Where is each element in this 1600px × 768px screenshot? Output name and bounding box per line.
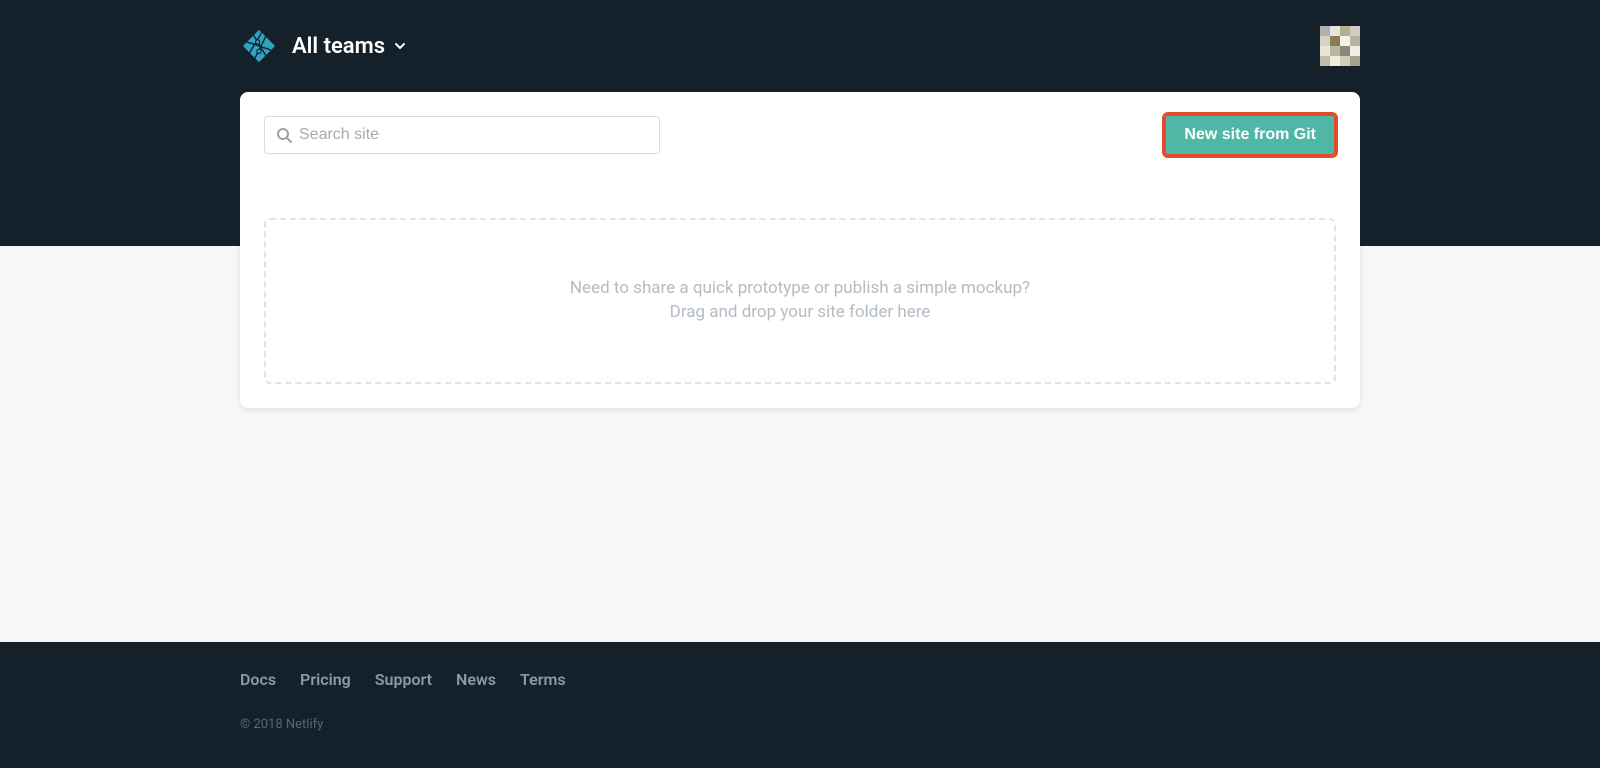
search-input[interactable]	[264, 116, 660, 154]
brand: All teams	[240, 27, 407, 65]
team-switcher[interactable]: All teams	[292, 34, 407, 59]
footer-link-terms[interactable]: Terms	[520, 670, 566, 689]
main-content: New site from Git Need to share a quick …	[240, 92, 1360, 602]
dropzone-line2: Drag and drop your site folder here	[670, 301, 931, 325]
team-switcher-label: All teams	[292, 34, 385, 59]
new-site-from-git-button[interactable]: New site from Git	[1164, 114, 1336, 156]
card-toolbar: New site from Git	[264, 114, 1336, 156]
chevron-down-icon	[393, 39, 407, 53]
search-wrap	[264, 116, 660, 154]
footer-link-pricing[interactable]: Pricing	[300, 670, 351, 689]
footer-link-docs[interactable]: Docs	[240, 670, 276, 689]
footer-link-support[interactable]: Support	[375, 670, 432, 689]
footer-link-news[interactable]: News	[456, 670, 496, 689]
search-icon	[276, 127, 292, 143]
dropzone-line1: Need to share a quick prototype or publi…	[570, 277, 1030, 301]
footer: Docs Pricing Support News Terms © 2018 N…	[0, 642, 1600, 768]
copyright: © 2018 Netlify	[240, 717, 1360, 732]
topbar: All teams	[240, 0, 1360, 92]
netlify-logo-icon[interactable]	[240, 27, 278, 65]
user-avatar[interactable]	[1320, 26, 1360, 66]
dropzone[interactable]: Need to share a quick prototype or publi…	[264, 218, 1336, 384]
footer-links: Docs Pricing Support News Terms	[240, 670, 1360, 689]
sites-card: New site from Git Need to share a quick …	[240, 92, 1360, 408]
